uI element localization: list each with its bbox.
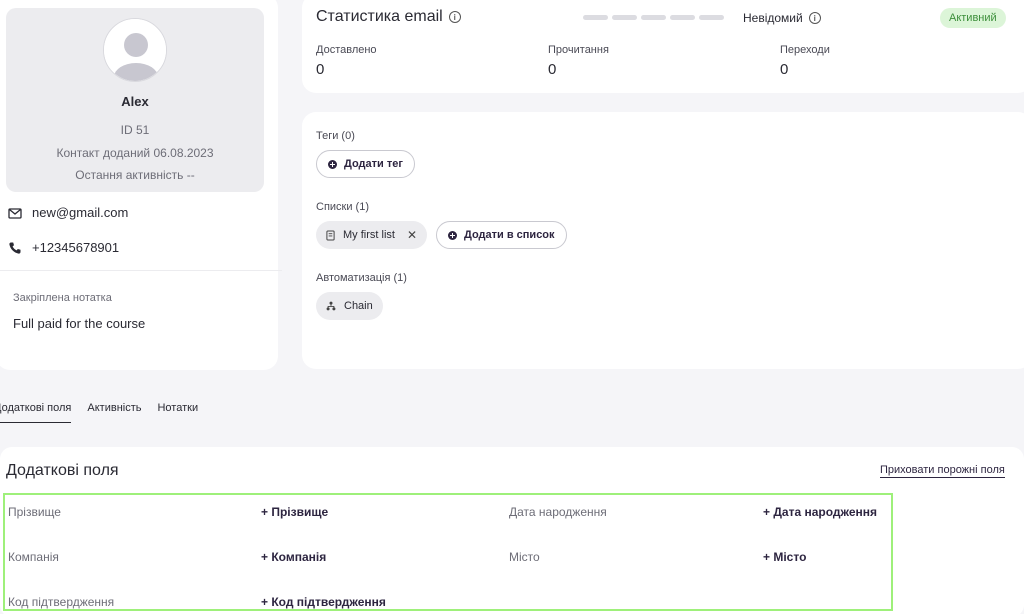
phone-row[interactable]: +12345678901 [8, 240, 119, 255]
phone-icon [9, 242, 21, 254]
status-badge: Активний [940, 8, 1006, 28]
stat-value: 0 [548, 61, 557, 78]
automation-chip[interactable]: Chain [316, 292, 383, 320]
email-row[interactable]: new@gmail.com [8, 205, 128, 220]
close-icon[interactable]: ✕ [407, 228, 417, 242]
email-stats-title-text: Статистика email [316, 8, 443, 25]
lists-label: Списки (1) [316, 201, 370, 213]
email-stats-card: Статистика email i Невідомий i Активний … [302, 0, 1024, 93]
tab-extra-fields[interactable]: Додаткові поля [0, 402, 72, 423]
add-birthdate-button[interactable]: + Дата народження [763, 505, 877, 519]
profile-header: Alex ID 51 Контакт доданий 06.08.2023 Ос… [6, 8, 264, 192]
stat-label: Прочитання [548, 44, 609, 56]
stat-label: Переходи [780, 44, 830, 56]
add-to-list-label: Додати в список [464, 229, 555, 241]
info-icon[interactable]: i [448, 11, 461, 23]
tab-notes[interactable]: Нотатки [157, 402, 198, 423]
automation-icon [326, 301, 336, 311]
list-chip-label: My first list [343, 229, 395, 241]
add-company-button[interactable]: + Компанія [261, 550, 326, 564]
extra-fields-card: Додаткові поля Приховати порожні поля Пр… [0, 447, 1024, 614]
stat-value: 0 [316, 61, 325, 78]
automation-chip-label: Chain [344, 300, 373, 312]
email-score-bars [583, 15, 724, 20]
add-confirmation-code-button[interactable]: + Код підтвердження [261, 595, 386, 609]
mail-icon [8, 207, 22, 219]
contact-phone: +12345678901 [32, 240, 120, 255]
tags-label: Теги (0) [316, 130, 355, 142]
tags-lists-card: Теги (0) Додати тег Списки (1) My first … [302, 112, 1024, 369]
email-status-text: Невідомий [743, 11, 803, 25]
stat-value: 0 [780, 61, 789, 78]
add-tag-label: Додати тег [344, 158, 403, 170]
info-icon[interactable]: i [808, 12, 821, 24]
add-tag-button[interactable]: Додати тег [316, 150, 415, 178]
stat-label: Доставлено [316, 44, 377, 56]
contact-id: ID 51 [120, 123, 150, 137]
plus-icon [328, 159, 337, 169]
extra-fields-title: Додаткові поля [6, 462, 119, 479]
field-label-surname: Прізвище [8, 505, 61, 519]
contact-tabs: Додаткові поля Активність Нотатки [0, 402, 198, 423]
avatar [103, 18, 167, 82]
user-silhouette-icon [104, 19, 166, 81]
pinned-note-text[interactable]: Full paid for the course [13, 316, 145, 331]
contact-name: Alex [121, 94, 149, 109]
field-label-birthdate: Дата народження [509, 505, 607, 519]
field-label-city: Місто [509, 550, 540, 564]
profile-card: Alex ID 51 Контакт доданий 06.08.2023 Ос… [0, 0, 282, 370]
extra-fields-grid: Прізвище + Прізвище Дата народження + Да… [3, 493, 893, 611]
list-chip[interactable]: My first list ✕ [316, 221, 428, 249]
stat-delivered: Доставлено 0 [316, 44, 377, 78]
email-status: Невідомий i [743, 11, 821, 25]
contact-email: new@gmail.com [32, 205, 129, 220]
field-label-company: Компанія [8, 550, 59, 564]
automation-label: Автоматизація (1) [316, 272, 407, 284]
add-to-list-button[interactable]: Додати в список [436, 221, 567, 249]
email-stats-title: Статистика email i [316, 8, 461, 26]
document-icon [326, 230, 335, 240]
last-activity: Остання активність -- [75, 168, 195, 182]
tab-activity[interactable]: Активність [87, 402, 141, 423]
hide-empty-fields-link[interactable]: Приховати порожні поля [880, 464, 1005, 478]
plus-icon [448, 230, 457, 240]
stat-clicks: Переходи 0 [780, 44, 830, 78]
stat-reads: Прочитання 0 [548, 44, 609, 78]
add-surname-button[interactable]: + Прізвище [261, 505, 328, 519]
field-label-confirmation-code: Код підтвердження [8, 595, 115, 609]
add-city-button[interactable]: + Місто [763, 550, 806, 564]
contact-added-date: Контакт доданий 06.08.2023 [56, 146, 214, 160]
pinned-note-title: Закріплена нотатка [13, 292, 112, 304]
divider [0, 270, 282, 271]
